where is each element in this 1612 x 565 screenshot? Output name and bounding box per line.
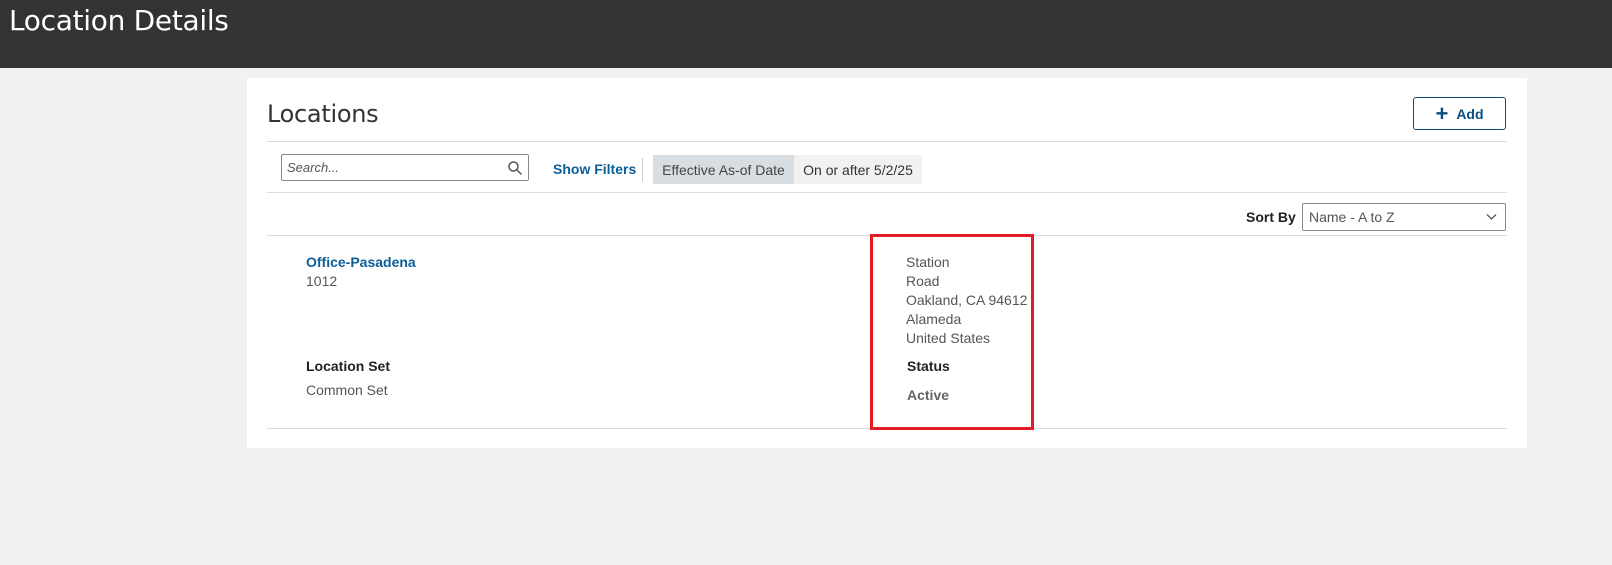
status-value: Active	[907, 387, 950, 403]
address-line: Oakland, CA 94612	[906, 292, 1028, 308]
filter-chip-value[interactable]: On or after 5/2/25	[794, 155, 922, 184]
address-line: Road	[906, 273, 940, 289]
search-icon[interactable]	[507, 160, 523, 176]
divider	[267, 192, 1507, 193]
toolbar-separator	[642, 158, 643, 182]
plus-icon: +	[1435, 100, 1449, 126]
divider	[267, 235, 1507, 236]
sort-by-select[interactable]: Name - A to Z	[1302, 203, 1506, 231]
location-name-link[interactable]: Office-Pasadena	[306, 254, 416, 270]
sort-by-label: Sort By	[1246, 209, 1296, 225]
page-title: Location Details	[9, 4, 229, 37]
address-line: United States	[906, 330, 991, 346]
add-button-label: Add	[1456, 105, 1484, 122]
filter-chip-label[interactable]: Effective As-of Date	[653, 155, 794, 184]
search-box[interactable]	[281, 154, 529, 181]
divider	[267, 141, 1507, 142]
search-input[interactable]	[282, 155, 497, 180]
add-button[interactable]: + Add	[1413, 97, 1506, 130]
location-code: 1012	[306, 273, 338, 289]
status-label: Status	[907, 358, 950, 374]
location-set-value: Common Set	[306, 382, 388, 398]
section-title: Locations	[267, 100, 379, 128]
sort-by-selected-value: Name - A to Z	[1309, 209, 1395, 225]
locations-panel: Locations + Add Show Filters Effective A…	[247, 78, 1527, 448]
chevron-down-icon	[1486, 214, 1497, 220]
show-filters-link[interactable]: Show Filters	[553, 161, 636, 177]
app-header: Location Details	[0, 0, 1612, 68]
divider	[267, 428, 1507, 429]
address-line: Station	[906, 254, 950, 270]
address-line: Alameda	[906, 311, 962, 327]
location-set-label: Location Set	[306, 358, 391, 374]
